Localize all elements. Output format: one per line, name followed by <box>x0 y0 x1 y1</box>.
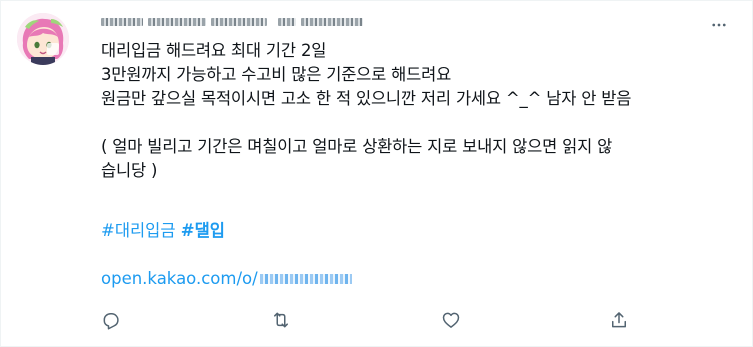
tweet-line: 3만원까지 가능하고 수고비 많은 기준으로 해드려요 <box>101 65 452 84</box>
tweet-text: 대리입금 해드려요 최대 기간 2일 3만원까지 가능하고 수고비 많은 기준으… <box>101 39 741 183</box>
like-button[interactable] <box>438 307 464 333</box>
tweet-line: ( 얼마 빌리고 기간은 며칠이고 얼마로 상환하는 지로 보내지 않으면 읽지… <box>101 137 613 156</box>
avatar[interactable] <box>17 13 69 65</box>
action-bar <box>1 307 753 333</box>
hashtag-link[interactable]: #대리입금 <box>101 221 176 240</box>
like-heart-icon <box>442 312 460 328</box>
username-redacted <box>211 18 267 26</box>
display-name-redacted <box>101 18 143 26</box>
display-name-redacted-2 <box>148 18 206 26</box>
tweet-line: 원금만 갚으실 목적이시면 고소 한 적 있으니깐 저리 가세요 ^_^ 남자 … <box>101 89 632 108</box>
tweet-card[interactable]: 대리입금 해드려요 최대 기간 2일 3만원까지 가능하고 수고비 많은 기준으… <box>0 0 753 347</box>
handle-redacted <box>278 18 296 26</box>
link-text: open.kakao.com/o/ <box>101 269 258 288</box>
reply-button[interactable] <box>98 307 124 333</box>
external-link[interactable]: open.kakao.com/o/ <box>101 267 352 291</box>
more-options-button[interactable] <box>705 13 733 37</box>
timestamp-redacted <box>301 18 363 26</box>
hashtag-link[interactable]: #댈입 <box>181 221 225 240</box>
share-button[interactable] <box>606 307 632 333</box>
avatar-image <box>17 13 69 65</box>
retweet-button[interactable] <box>268 307 294 333</box>
more-horizontal-icon <box>712 23 726 27</box>
reply-icon <box>103 313 119 330</box>
retweet-icon <box>274 312 288 328</box>
link-path-redacted <box>259 274 352 284</box>
share-icon <box>612 312 626 328</box>
tweet-header[interactable] <box>101 11 363 33</box>
tweet-line: 습니당 ) <box>101 161 158 180</box>
hashtags: #대리입금 #댈입 <box>101 219 225 243</box>
tweet-line: 대리입금 해드려요 최대 기간 2일 <box>101 41 327 60</box>
